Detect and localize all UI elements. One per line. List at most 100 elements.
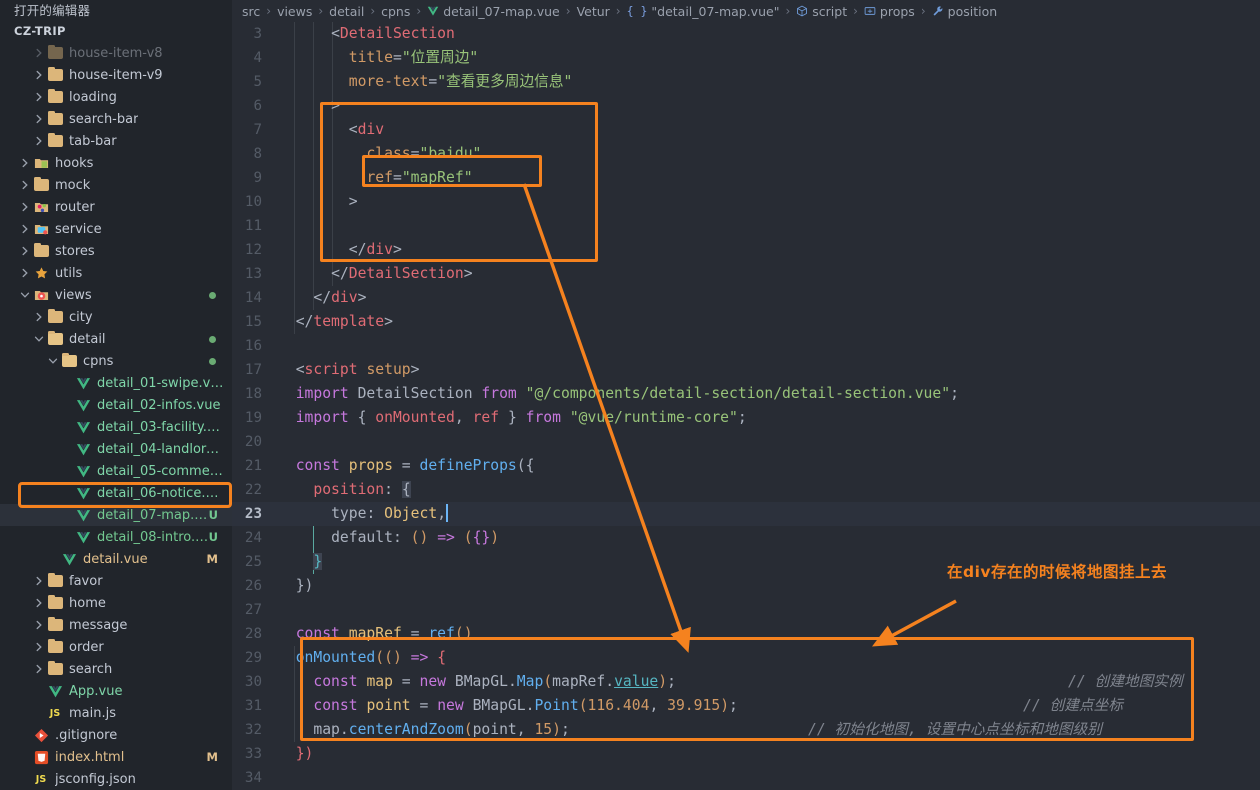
project-root-header[interactable]: CZ-TRIP [0, 20, 232, 42]
code-line[interactable]: 29 onMounted(() => { [232, 646, 1260, 670]
code-line[interactable]: 14 </div> [232, 286, 1260, 310]
code-line[interactable]: 32 map.centerAndZoom(point, 15); // 初始化地图… [232, 718, 1260, 742]
code-line[interactable]: 26 }) [232, 574, 1260, 598]
tree-item-city[interactable]: city [0, 306, 232, 328]
tree-item-index-html[interactable]: index.html M [0, 746, 232, 768]
chevron-right-icon[interactable] [32, 70, 46, 80]
code-line[interactable]: 25 } [232, 550, 1260, 574]
code-line[interactable]: 9 ref="mapRef" [232, 166, 1260, 190]
tree-item-utils[interactable]: utils [0, 262, 232, 284]
code-line[interactable]: 12 </div> [232, 238, 1260, 262]
tree-item-favor[interactable]: favor [0, 570, 232, 592]
tree-item-detail-02-infos-vue[interactable]: detail_02-infos.vue [0, 394, 232, 416]
chevron-right-icon[interactable] [32, 620, 46, 630]
tree-item-search[interactable]: search [0, 658, 232, 680]
code-line[interactable]: 10 > [232, 190, 1260, 214]
chevron-right-icon[interactable] [32, 92, 46, 102]
chevron-right-icon[interactable] [32, 664, 46, 674]
code-line[interactable]: 13 </DetailSection> [232, 262, 1260, 286]
code-line[interactable]: 3 <DetailSection [232, 22, 1260, 46]
breadcrumb-item-props[interactable]: props [864, 4, 915, 19]
code-line[interactable]: 34 [232, 766, 1260, 790]
tree-item-detail-vue[interactable]: detail.vue M [0, 548, 232, 570]
code-line[interactable]: 6 > [232, 94, 1260, 118]
chevron-right-icon[interactable] [18, 202, 32, 212]
breadcrumb-item--detail-07-map-vue-[interactable]: { } "detail_07-map.vue" [627, 4, 780, 19]
tree-item-home[interactable]: home [0, 592, 232, 614]
code-line[interactable]: 24 default: () => ({}) [232, 526, 1260, 550]
chevron-right-icon[interactable] [32, 598, 46, 608]
chevron-right-icon[interactable] [32, 312, 46, 322]
code-line[interactable]: 11 [232, 214, 1260, 238]
code-line[interactable]: 28 const mapRef = ref() [232, 622, 1260, 646]
chevron-right-icon[interactable] [32, 642, 46, 652]
tree-item-service[interactable]: service [0, 218, 232, 240]
code-line[interactable]: 15 </template> [232, 310, 1260, 334]
tree-item-detail-08-intro-vue[interactable]: detail_08-intro.vue U [0, 526, 232, 548]
tree-item-detail[interactable]: detail [0, 328, 232, 350]
code-line[interactable]: 20 [232, 430, 1260, 454]
chevron-down-icon[interactable] [32, 334, 46, 344]
tree-item-detail-03-facility-vue[interactable]: detail_03-facility.vue [0, 416, 232, 438]
breadcrumb-item-detail[interactable]: detail [329, 4, 364, 19]
code-line[interactable]: 16 [232, 334, 1260, 358]
chevron-right-icon[interactable] [18, 224, 32, 234]
code-line[interactable]: 23 type: Object, [232, 502, 1260, 526]
open-editors-header[interactable]: 打开的编辑器 [0, 0, 232, 20]
code-line[interactable]: 19 import { onMounted, ref } from "@vue/… [232, 406, 1260, 430]
breadcrumb-item-cpns[interactable]: cpns [381, 4, 410, 19]
tree-item-tab-bar[interactable]: tab-bar [0, 130, 232, 152]
tree-item-jsconfig-json[interactable]: JS jsconfig.json [0, 768, 232, 790]
code-line[interactable]: 33 }) [232, 742, 1260, 766]
tree-item-detail-01-swipe-vue[interactable]: detail_01-swipe.vue [0, 372, 232, 394]
code-line[interactable]: 30 const map = new BMapGL.Map(mapRef.val… [232, 670, 1260, 694]
breadcrumb-item-views[interactable]: views [277, 4, 312, 19]
code-line[interactable]: 7 <div [232, 118, 1260, 142]
chevron-right-icon[interactable] [32, 114, 46, 124]
code-line[interactable]: 17 <script setup> [232, 358, 1260, 382]
tree-item-search-bar[interactable]: search-bar [0, 108, 232, 130]
chevron-down-icon[interactable] [46, 356, 60, 366]
chevron-right-icon[interactable] [18, 268, 32, 278]
tree-item-house-item-v8[interactable]: house-item-v8 [0, 42, 232, 64]
tree-item-stores[interactable]: stores [0, 240, 232, 262]
breadcrumb-item-script[interactable]: script [796, 4, 847, 19]
breadcrumb-item-src[interactable]: src [242, 4, 260, 19]
code-line[interactable]: 21 const props = defineProps({ [232, 454, 1260, 478]
tree-item-hooks[interactable]: hooks [0, 152, 232, 174]
chevron-right-icon[interactable] [18, 180, 32, 190]
chevron-right-icon[interactable] [18, 158, 32, 168]
chevron-right-icon[interactable] [18, 246, 32, 256]
tree-item-house-item-v9[interactable]: house-item-v9 [0, 64, 232, 86]
breadcrumb-item-detail-07-map-vue[interactable]: detail_07-map.vue [427, 4, 560, 19]
tree-item-app-vue[interactable]: App.vue [0, 680, 232, 702]
tree-item-main-js[interactable]: JS main.js [0, 702, 232, 724]
code-line[interactable]: 27 [232, 598, 1260, 622]
code-line[interactable]: 4 title="位置周边" [232, 46, 1260, 70]
chevron-right-icon[interactable] [32, 48, 46, 58]
tree-item-detail-04-landlord-vue[interactable]: detail_04-landlord.vue [0, 438, 232, 460]
breadcrumb-item-position[interactable]: position [932, 4, 997, 19]
breadcrumb-item-vetur[interactable]: Vetur [577, 4, 610, 19]
tree-item--gitignore[interactable]: .gitignore [0, 724, 232, 746]
tree-item-detail-06-notice-vue[interactable]: detail_06-notice.vue [0, 482, 232, 504]
tree-item-views[interactable]: views [0, 284, 232, 306]
code-line[interactable]: 31 const point = new BMapGL.Point(116.40… [232, 694, 1260, 718]
tree-item-detail-05-comment-vue[interactable]: detail_05-comment.vue [0, 460, 232, 482]
tree-item-detail-07-map-vue[interactable]: detail_07-map.vue U [0, 504, 232, 526]
code-area[interactable]: 3 <DetailSection 4 title="位置周边" 5 more-tex… [232, 22, 1260, 790]
code-line[interactable]: 18 import DetailSection from "@/componen… [232, 382, 1260, 406]
tree-item-order[interactable]: order [0, 636, 232, 658]
tree-item-cpns[interactable]: cpns [0, 350, 232, 372]
tree-item-mock[interactable]: mock [0, 174, 232, 196]
tree-item-message[interactable]: message [0, 614, 232, 636]
chevron-down-icon[interactable] [18, 290, 32, 300]
chevron-right-icon[interactable] [32, 136, 46, 146]
code-line[interactable]: 8 class="baidu" [232, 142, 1260, 166]
tree-item-loading[interactable]: loading [0, 86, 232, 108]
code-line[interactable]: 5 more-text="查看更多周边信息" [232, 70, 1260, 94]
breadcrumb[interactable]: src › views › detail › cpns › detail_07-map.vue ›… [232, 0, 1260, 22]
chevron-right-icon[interactable] [32, 576, 46, 586]
tree-item-router[interactable]: router [0, 196, 232, 218]
code-line[interactable]: 22 position: { [232, 478, 1260, 502]
